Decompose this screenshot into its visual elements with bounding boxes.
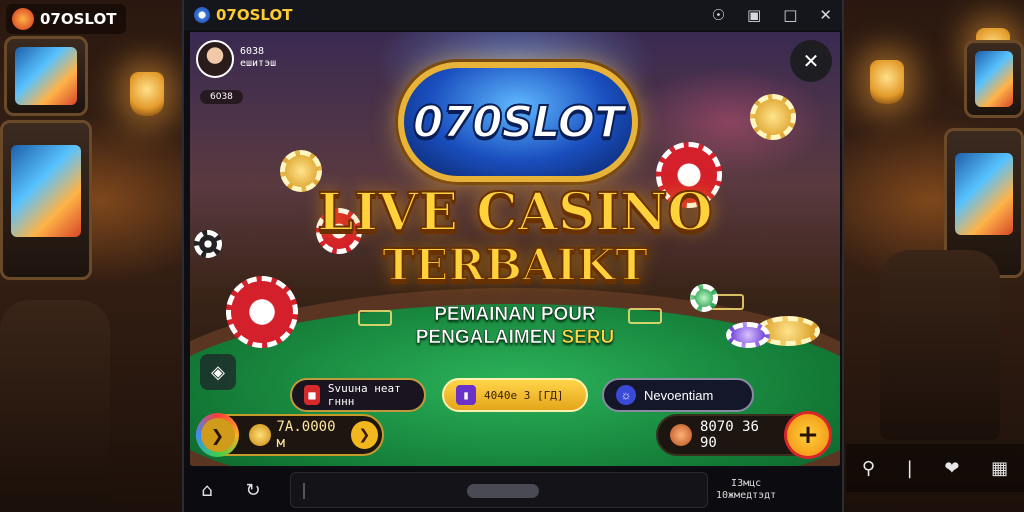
brand-logo-icon [12,8,34,30]
window-controls: ☉ ▣ □ ✕ [712,6,832,24]
corner-brand-text: 07OSLOT [40,10,117,28]
subline-2: PENGALAIMEN SERU [190,327,840,349]
chair-left [0,300,110,512]
camera-icon[interactable]: ▣ [747,6,761,24]
grid-icon[interactable]: ▦ [991,458,1008,479]
gift-icon: ■ [304,385,320,405]
progress-track[interactable] [290,472,708,508]
player-level-badge: 6038 [200,90,243,104]
menu-toggle-icon[interactable]: ◈ [200,354,236,390]
footer-line2: 10жмедтэдт [716,490,777,501]
coin-icon [249,424,271,446]
like-icon[interactable]: ❤ [944,458,959,479]
gift-label: Svuuна неат гннн [327,382,401,408]
compass-icon: ☼ [616,385,636,405]
add-funds-button[interactable]: + [784,411,832,459]
subline-2-highlight: SERU [561,327,615,349]
support-icon[interactable]: ☉ [712,6,725,24]
player-name-line1: 6038 [240,46,265,57]
go-arrow-button[interactable]: ❯ [350,421,378,449]
navigation-label: Nevoentiam [644,387,714,403]
corner-brand-logo: 07OSLOT [6,4,127,34]
game-view: 070SLOT LIVE CASINO TERBAIKT PEMAINAN PO… [190,32,840,466]
headline-live-casino: LIVE CASINO [316,181,713,244]
coin-balance-right[interactable]: 8070 36 90 + [656,411,832,459]
balance-left-amount: 7А.0000 м [276,419,336,451]
player-profile[interactable]: 6038 ешитэш [196,40,276,78]
slot-machine-left [0,120,92,280]
subline-2-a: PENGALAIMEN [415,327,562,349]
navigation-button[interactable]: ☼ Nevoentiam [602,378,754,412]
maximize-icon[interactable]: □ [783,6,797,24]
bonus-icon: ▮ [456,385,476,405]
bonus-button[interactable]: ▮ 4040е 3 [ГД] [442,378,588,412]
balance-right-amount: 8070 36 90 [699,419,759,451]
slot-machine-left-top [4,36,88,116]
coin-balance-left[interactable]: ❯ 7А.0000 м ❯ [196,413,384,457]
close-banner-button[interactable]: ✕ [790,40,832,82]
footer-line1: I3мцс [731,478,762,489]
player-name-line2: ешитэш [240,58,277,69]
subline-1: PEMAINAN POUR [434,304,596,326]
window-brand: 07OSLOT [194,6,292,24]
close-icon[interactable]: ✕ [819,6,832,24]
level-ring: ❯ [196,413,239,457]
titlebar: 07OSLOT ☉ ▣ □ ✕ [184,0,842,30]
chair-right [880,250,1000,440]
headline-terbaik: TERBAIKT [381,239,649,292]
brand-icon [194,7,210,23]
wall-lamp-right [870,60,904,104]
app-window: 07OSLOT ☉ ▣ □ ✕ 070SLOT LIVE CASINO TERB… [182,0,844,512]
track-tick [303,483,305,499]
side-dock: ⚲ | ❤ ▦ [846,444,1024,492]
poker-chip [750,94,796,140]
divider-icon: | [906,457,913,479]
player-name: 6038 ешитэш [240,46,276,70]
bonus-label: 4040е 3 [ГД] [484,388,564,402]
slot-machine-right-top [964,40,1024,118]
home-icon[interactable]: ⌂ [184,480,230,501]
avatar[interactable] [196,40,234,78]
progress-handle[interactable] [467,484,539,498]
footer-text: I3мцс 10жмедтэдт [716,478,776,502]
brand-logo-badge: 070SLOT [398,62,638,182]
window-title: 07OSLOT [216,6,293,24]
search-icon[interactable]: ⚲ [862,458,875,479]
bottom-navbar: ⌂ ↻ I3мцс 10жмедтэдт [184,468,842,512]
chevron-icon: ❯ [200,418,235,452]
wall-lamp-left [130,72,164,116]
wallet-icon [670,424,692,446]
refresh-icon[interactable]: ↻ [230,480,276,501]
gift-button[interactable]: ■ Svuuна неат гннн [290,378,426,412]
brand-logo-text: 070SLOT [412,96,625,149]
